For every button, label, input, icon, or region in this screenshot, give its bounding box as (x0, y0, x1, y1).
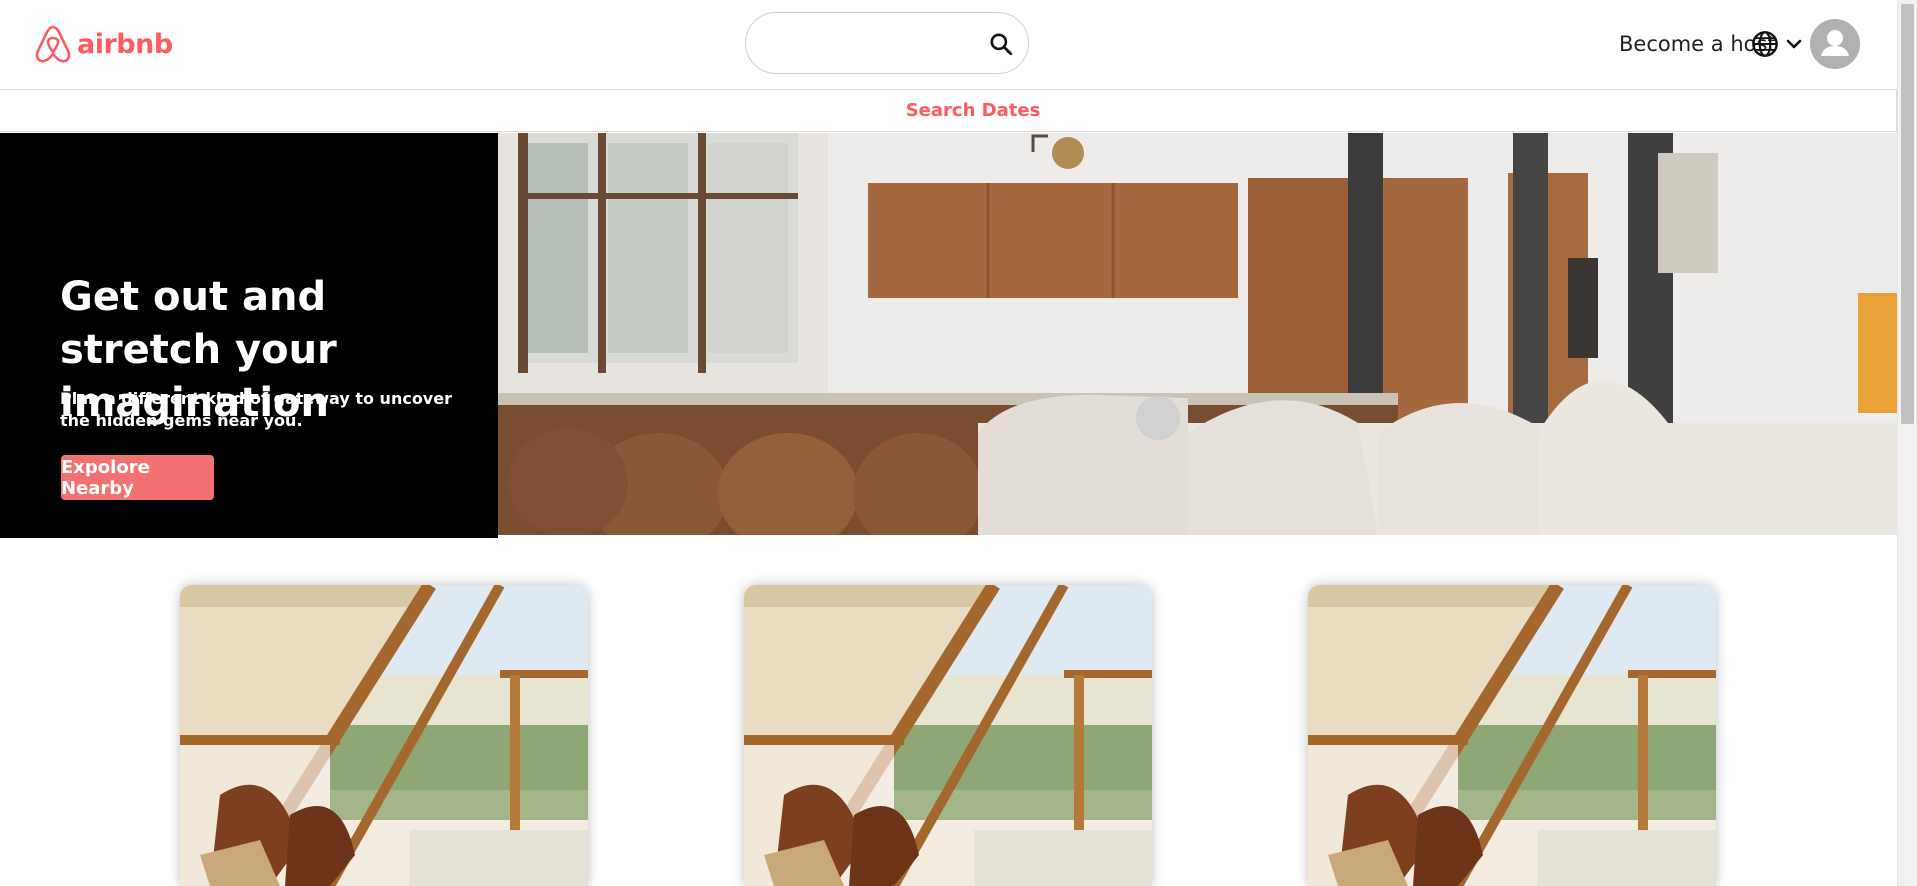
explore-nearby-button[interactable]: Expolore Nearby (61, 455, 214, 500)
listing-card-image (180, 585, 588, 886)
hero-banner: Get out and stretch your imagination Pla… (0, 133, 498, 538)
listing-card[interactable] (744, 585, 1152, 886)
top-navigation-bar: airbnb Become a host (0, 0, 1897, 90)
search-input[interactable] (766, 27, 970, 61)
listing-card[interactable] (180, 585, 588, 886)
chevron-down-icon[interactable] (1784, 34, 1804, 54)
globe-icon[interactable] (1751, 30, 1779, 58)
scrollbar-thumb[interactable] (1901, 4, 1914, 424)
kitchen-interior-illustration (498, 133, 1897, 535)
airbnb-logo-icon (35, 25, 71, 63)
listing-card-image (1308, 585, 1716, 886)
hero-image (498, 133, 1897, 535)
hero-subtitle: Plan a different kind of gateway to unco… (60, 389, 452, 430)
search-bar[interactable] (745, 12, 1029, 74)
user-avatar-icon (1821, 30, 1849, 56)
airbnb-logo[interactable]: airbnb (35, 24, 173, 64)
logo-wordmark: airbnb (77, 28, 173, 60)
user-avatar[interactable] (1810, 19, 1860, 69)
vertical-scrollbar[interactable] (1897, 0, 1917, 886)
search-button[interactable] (986, 29, 1016, 59)
listing-card[interactable] (1308, 585, 1716, 886)
page: airbnb Become a host Search Dates Get ou… (0, 0, 1897, 886)
search-dates-button[interactable]: Search Dates (906, 100, 1041, 121)
search-icon (990, 33, 1013, 56)
search-dates-bar: Search Dates (0, 90, 1897, 132)
listing-card-image (744, 585, 1152, 886)
